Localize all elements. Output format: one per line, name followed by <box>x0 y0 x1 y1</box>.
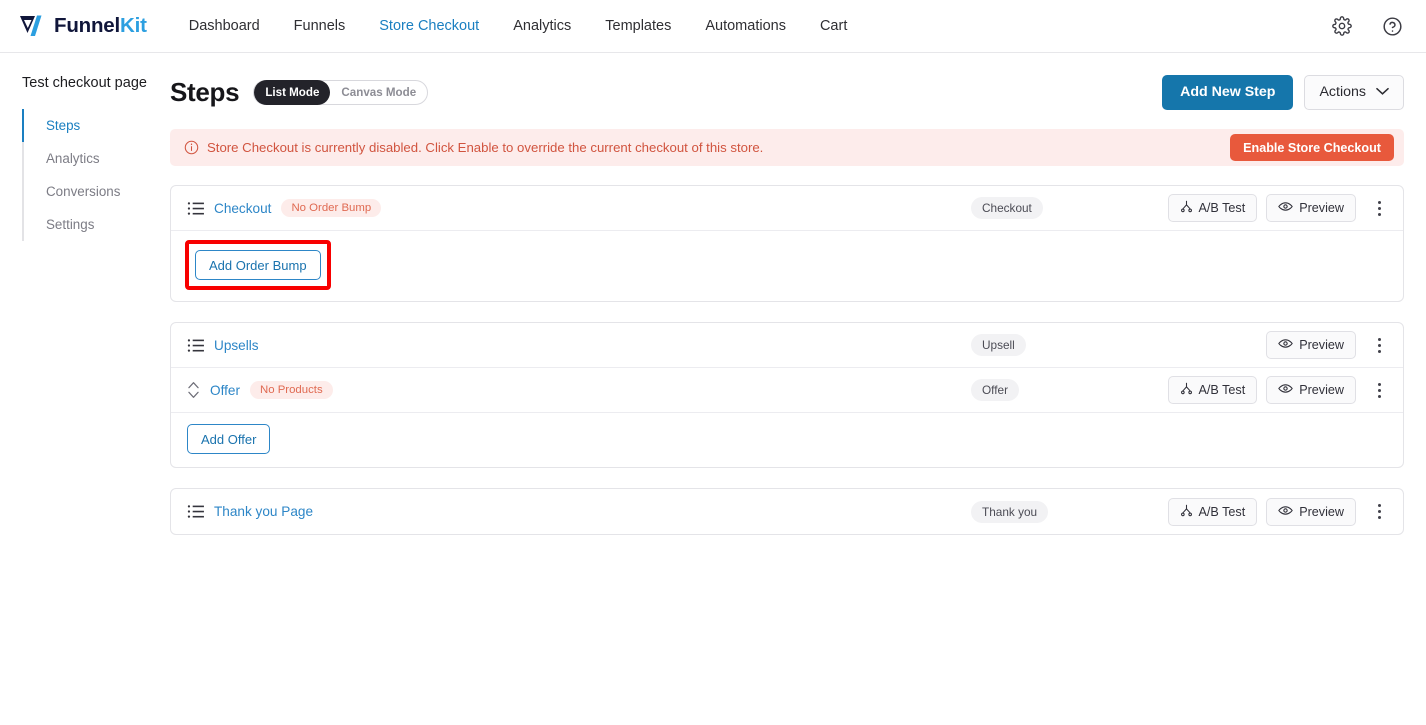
sidebar-item-analytics[interactable]: Analytics <box>24 142 168 175</box>
add-new-step-button[interactable]: Add New Step <box>1162 74 1294 110</box>
eye-icon <box>1278 383 1294 397</box>
preview-label: Preview <box>1299 201 1344 215</box>
nav-item-cart[interactable]: Cart <box>820 18 847 34</box>
more-vertical-icon[interactable] <box>1369 377 1389 403</box>
nav-item-analytics[interactable]: Analytics <box>513 18 571 34</box>
enable-store-checkout-button[interactable]: Enable Store Checkout <box>1230 134 1394 161</box>
more-vertical-icon[interactable] <box>1369 499 1389 525</box>
step-row-upsells: Upsells Upsell Preview <box>171 323 1403 368</box>
page-header-actions: Add New Step Actions <box>1162 74 1404 110</box>
step-type-badge-checkout: Checkout <box>971 197 1043 219</box>
page-layout: Test checkout page Steps Analytics Conve… <box>0 53 1426 725</box>
preview-label: Preview <box>1299 504 1344 519</box>
step-badge-no-products: No Products <box>249 381 333 399</box>
store-checkout-disabled-alert: Store Checkout is currently disabled. Cl… <box>170 129 1404 166</box>
sort-updown-icon[interactable] <box>187 379 200 401</box>
step-card-footer-upsells: Add Offer <box>171 413 1403 467</box>
split-test-icon <box>1180 200 1193 216</box>
brand-name-accent: Kit <box>120 14 147 37</box>
nav-item-dashboard[interactable]: Dashboard <box>189 18 260 34</box>
step-row-checkout: Checkout No Order Bump Checkout A/B Test… <box>171 186 1403 231</box>
step-card-checkout: Checkout No Order Bump Checkout A/B Test… <box>170 185 1404 302</box>
main-content: Steps List Mode Canvas Mode Add New Step… <box>168 53 1426 725</box>
sidebar-item-conversions[interactable]: Conversions <box>24 175 168 208</box>
step-card-footer-checkout: Add Order Bump <box>171 231 1403 301</box>
add-offer-button[interactable]: Add Offer <box>187 424 271 454</box>
preview-button-thank-you[interactable]: Preview <box>1266 497 1356 526</box>
gear-icon[interactable] <box>1330 14 1354 38</box>
step-type-badge-thank-you: Thank you <box>971 500 1049 523</box>
sidebar-menu: Steps Analytics Conversions Settings <box>22 109 168 241</box>
step-row-actions: Preview <box>1266 331 1389 359</box>
top-bar-actions <box>1330 14 1404 38</box>
preview-label: Preview <box>1299 383 1344 397</box>
step-row-actions: A/B Test Preview <box>1167 497 1389 526</box>
step-type-badge-upsell: Upsell <box>971 334 1026 356</box>
list-icon[interactable] <box>187 504 204 519</box>
actions-dropdown-label: Actions <box>1319 84 1366 100</box>
chevron-down-icon <box>1376 84 1389 100</box>
left-sidebar: Test checkout page Steps Analytics Conve… <box>0 53 168 725</box>
more-vertical-icon[interactable] <box>1369 332 1389 358</box>
preview-label: Preview <box>1299 338 1344 352</box>
ab-test-button-offer[interactable]: A/B Test <box>1167 376 1258 404</box>
view-mode-toggle: List Mode Canvas Mode <box>253 79 429 105</box>
preview-button-upsells[interactable]: Preview <box>1266 331 1356 359</box>
sidebar-title: Test checkout page <box>22 75 147 91</box>
ab-test-label: A/B Test <box>1198 504 1246 519</box>
step-row-left: Thank you Page <box>187 504 313 519</box>
step-row-actions: A/B Test Preview <box>1167 376 1389 404</box>
actions-dropdown-button[interactable]: Actions <box>1304 74 1404 110</box>
nav-item-store-checkout[interactable]: Store Checkout <box>379 18 479 34</box>
step-name-offer[interactable]: Offer <box>210 383 240 398</box>
step-card-thank-you: Thank you Page Thank you A/B Test Previe… <box>170 488 1404 535</box>
ab-test-button-checkout[interactable]: A/B Test <box>1167 194 1258 222</box>
eye-icon <box>1278 201 1294 215</box>
split-test-icon <box>1180 382 1193 398</box>
more-vertical-icon[interactable] <box>1369 195 1389 221</box>
step-row-thank-you: Thank you Page Thank you A/B Test Previe… <box>171 489 1403 534</box>
list-icon[interactable] <box>187 201 204 216</box>
main-nav: Dashboard Funnels Store Checkout Analyti… <box>189 18 848 34</box>
split-test-icon <box>1180 504 1193 520</box>
brand-name: FunnelKit <box>54 14 147 38</box>
step-card-upsells: Upsells Upsell Preview Offer No Products… <box>170 322 1404 468</box>
nav-item-funnels[interactable]: Funnels <box>294 18 346 34</box>
step-row-actions: A/B Test Preview <box>1167 194 1389 222</box>
step-name-checkout[interactable]: Checkout <box>214 201 271 216</box>
step-name-upsells[interactable]: Upsells <box>214 338 259 353</box>
add-order-bump-button[interactable]: Add Order Bump <box>195 250 321 280</box>
nav-item-automations[interactable]: Automations <box>705 18 786 34</box>
ab-test-button-thank-you[interactable]: A/B Test <box>1167 497 1258 526</box>
ab-test-label: A/B Test <box>1198 201 1246 215</box>
nav-item-templates[interactable]: Templates <box>605 18 671 34</box>
mode-option-canvas[interactable]: Canvas Mode <box>330 80 427 105</box>
page-title: Steps <box>170 76 240 107</box>
list-icon[interactable] <box>187 338 204 353</box>
step-row-left: Offer No Products <box>187 379 333 401</box>
sidebar-item-steps[interactable]: Steps <box>22 109 168 142</box>
eye-icon <box>1278 505 1294 519</box>
preview-button-checkout[interactable]: Preview <box>1266 194 1356 222</box>
help-circle-icon[interactable] <box>1380 14 1404 38</box>
info-circle-icon <box>184 140 199 155</box>
funnelkit-logo-icon <box>18 13 48 39</box>
alert-message: Store Checkout is currently disabled. Cl… <box>207 140 764 155</box>
brand-logo[interactable]: FunnelKit <box>18 13 147 39</box>
eye-icon <box>1278 338 1294 352</box>
sidebar-item-settings[interactable]: Settings <box>24 208 168 241</box>
ab-test-label: A/B Test <box>1198 383 1246 397</box>
top-navigation-bar: FunnelKit Dashboard Funnels Store Checko… <box>0 0 1426 53</box>
step-row-offer: Offer No Products Offer A/B Test Preview <box>171 368 1403 413</box>
step-badge-no-order-bump: No Order Bump <box>281 199 382 217</box>
page-header: Steps List Mode Canvas Mode Add New Step… <box>170 71 1404 113</box>
add-order-bump-highlight: Add Order Bump <box>185 240 331 290</box>
mode-option-list[interactable]: List Mode <box>254 79 331 105</box>
step-row-left: Upsells <box>187 338 259 353</box>
step-name-thank-you[interactable]: Thank you Page <box>214 504 313 519</box>
step-type-badge-offer: Offer <box>971 379 1020 401</box>
preview-button-offer[interactable]: Preview <box>1266 376 1356 404</box>
step-row-left: Checkout No Order Bump <box>187 199 382 217</box>
brand-name-dark: Funnel <box>54 14 120 37</box>
